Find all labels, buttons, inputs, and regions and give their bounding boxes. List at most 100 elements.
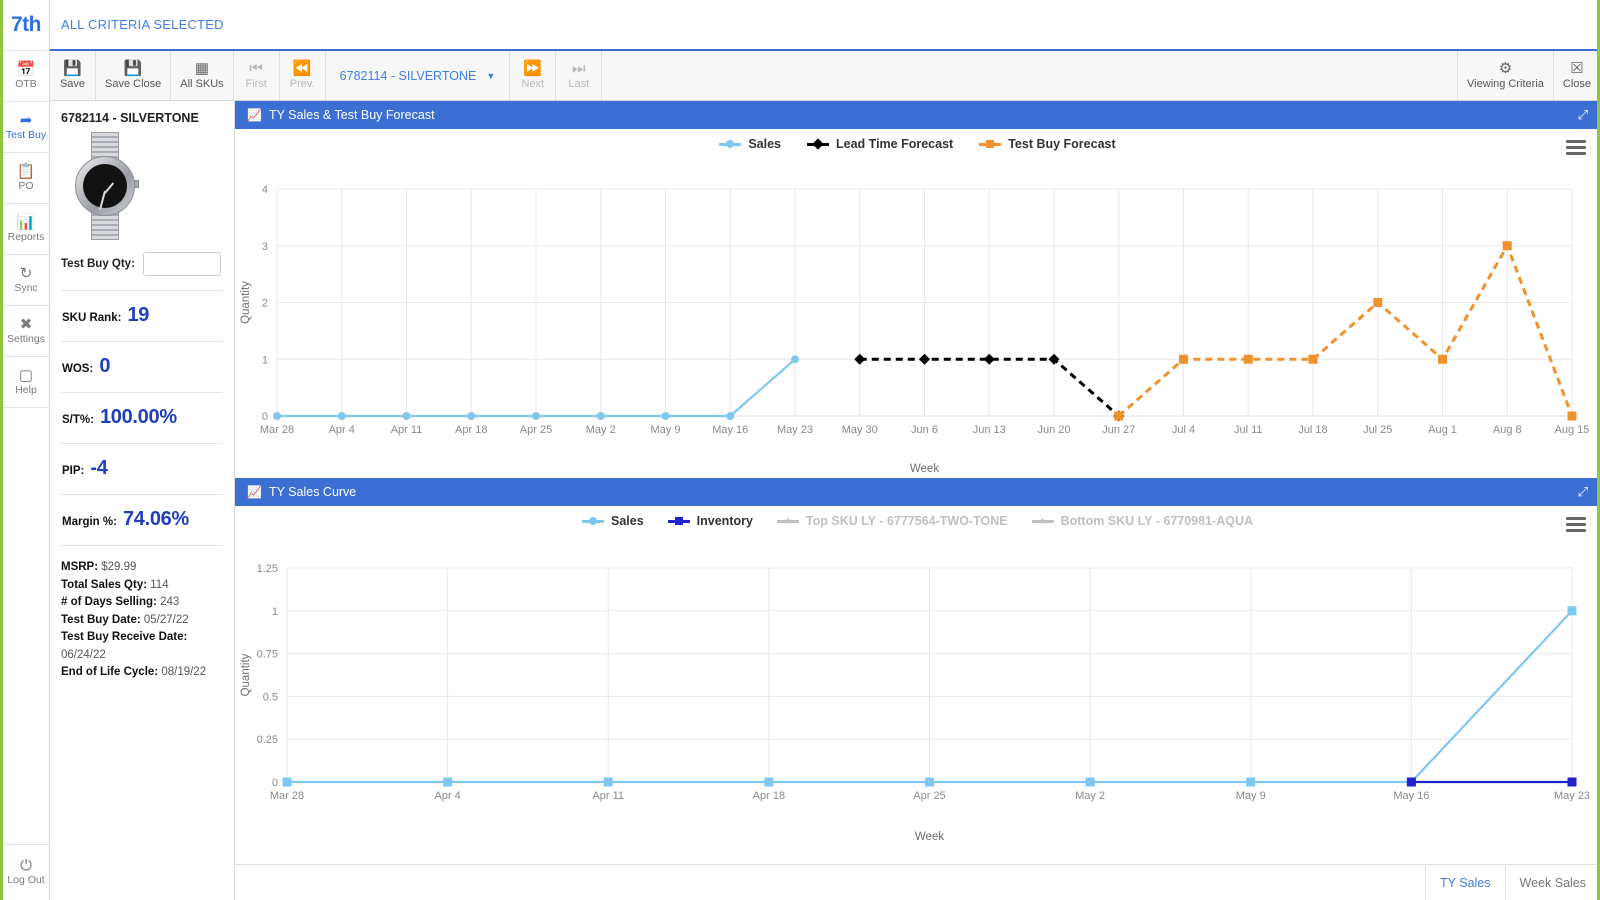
panel-curve: 📈 TY Sales Curve ⤢ Sales Inventory Top S… (235, 478, 1600, 864)
watch-minute-hand (99, 191, 106, 210)
legend-item-bottom-sku-ly[interactable]: Bottom SKU LY - 6770981-AQUA (1031, 514, 1254, 528)
meta-label: # of Days Selling: (61, 596, 157, 608)
first-label: First (245, 78, 267, 90)
sidebar-item-reports[interactable]: 📊 Reports (3, 204, 49, 255)
meta-value: 08/19/22 (161, 666, 207, 678)
legend-marker-top-sku-ly (776, 516, 799, 526)
stat-value: 0 (99, 355, 111, 377)
meta-value: 243 (160, 596, 180, 608)
skip-to-end-icon: ⏭ (571, 60, 586, 77)
prev-label: Prev. (289, 78, 315, 90)
calendar-dollar-icon: 📅 (16, 60, 36, 78)
panel-curve-body: Sales Inventory Top SKU LY - 6777564-TWO… (235, 506, 1600, 864)
panel-curve-title: TY Sales Curve (268, 485, 357, 499)
test-buy-qty-input[interactable] (142, 252, 221, 276)
legend-item-top-sku-ly[interactable]: Top SKU LY - 6777564-TWO-TONE (776, 514, 1008, 528)
sidebar-item-test-buy[interactable]: ➦ Test Buy (3, 102, 49, 153)
toolbar-spacer (602, 51, 1459, 100)
stat-value: 100.00% (99, 406, 177, 428)
power-icon: ⏻ (20, 857, 32, 874)
svg-text:Jun 20: Jun 20 (1037, 424, 1070, 436)
svg-text:Apr 18: Apr 18 (753, 790, 785, 802)
chart-forecast-svg: 0 1 2 3 4 Mar 28 Apr 4 Apr 11 Apr 18 Apr 25 May 2 M… (240, 184, 1590, 475)
clipboard-icon: 📋 (16, 162, 36, 180)
stat-pip: PIP: -4 (61, 444, 223, 480)
expand-icon[interactable]: ⤢ (1578, 484, 1588, 500)
content-area: 6782114 - SILVERTONE Test Buy Qty: SKU R… (50, 101, 1600, 900)
stat-margin: Margin %: 74.06% (61, 495, 223, 531)
stat-sku-rank: SKU Rank: 19 (61, 291, 223, 327)
svg-text:May 9: May 9 (651, 424, 681, 436)
last-button[interactable]: ⏭ Last (556, 51, 603, 100)
step-backward-icon: ⏪ (292, 60, 312, 77)
criteria-banner[interactable]: ALL CRITERIA SELECTED (50, 17, 224, 32)
charts-column: 📈 TY Sales & Test Buy Forecast ⤢ Sales L… (235, 101, 1600, 900)
tab-ty-sales[interactable]: TY Sales (1425, 865, 1505, 900)
line-chart-icon: 📈 (247, 108, 262, 122)
legend-item-test-buy-forecast[interactable]: Test Buy Forecast (979, 137, 1116, 151)
expand-icon[interactable]: ⤢ (1578, 107, 1588, 123)
legend-item-lead-time-forecast[interactable]: Lead Time Forecast (807, 137, 953, 151)
rail-logo-slot: 7th (3, 0, 49, 51)
chevron-down-icon: ▼ (486, 70, 496, 81)
meta-label: Test Buy Date: (61, 613, 141, 626)
svg-text:Jul 4: Jul 4 (1172, 424, 1195, 436)
svg-text:Week: Week (915, 831, 944, 843)
chart-curve-legend: Sales Inventory Top SKU LY - 6777564-TWO… (235, 514, 1600, 528)
legend-item-sales[interactable]: Sales (581, 514, 644, 528)
legend-marker-sales (719, 139, 742, 149)
stat-label: Margin %: (62, 516, 117, 528)
save-close-button[interactable]: 💾 Save Close (96, 51, 172, 100)
watch-hour-hand (104, 182, 115, 194)
watch-case (75, 156, 135, 216)
last-label: Last (568, 78, 590, 90)
panel-forecast-title: TY Sales & Test Buy Forecast (268, 108, 435, 122)
legend-marker-lead-time-forecast (807, 138, 830, 150)
skip-to-start-icon: ⏮ (249, 60, 263, 77)
next-button[interactable]: ⏩ Next (510, 51, 557, 100)
svg-text:Jun 27: Jun 27 (1102, 424, 1135, 436)
prev-button[interactable]: ⏪ Prev. (279, 51, 326, 100)
meta-row-total-sales-qty: Total Sales Qty: 114 (61, 577, 223, 595)
rail-spacer (3, 408, 49, 844)
sidebar-item-sync[interactable]: ↻ Sync (3, 255, 49, 306)
stat-label: SKU Rank: (62, 312, 122, 324)
svg-text:Apr 25: Apr 25 (913, 790, 945, 802)
legend-item-inventory[interactable]: Inventory (667, 514, 753, 528)
viewing-criteria-button[interactable]: ⚙ Viewing Criteria (1458, 51, 1554, 100)
sidebar-item-label: Test Buy (5, 128, 47, 141)
svg-text:Apr 4: Apr 4 (329, 424, 355, 436)
svg-text:Apr 4: Apr 4 (434, 790, 460, 802)
svg-text:May 9: May 9 (1236, 790, 1266, 802)
question-icon: ▢ (18, 366, 34, 384)
first-button[interactable]: ⏮ First (233, 51, 280, 100)
app-root: 7th 📅 OTB ➦ Test Buy 📋 PO 📊 Reports ↻ Sy… (0, 0, 1600, 900)
svg-text:Aug 15: Aug 15 (1555, 424, 1590, 436)
bar-chart-icon: 📊 (16, 213, 36, 231)
svg-text:2: 2 (262, 298, 268, 310)
svg-text:Jun 6: Jun 6 (911, 424, 938, 436)
all-skus-button[interactable]: ▦ All SKUs (171, 51, 234, 100)
sidebar-item-help[interactable]: ▢ Help (3, 357, 49, 408)
sidebar-item-po[interactable]: 📋 PO (3, 153, 49, 204)
tab-label: Week Sales (1519, 875, 1586, 890)
legend-label: Bottom SKU LY - 6770981-AQUA (1060, 514, 1254, 528)
save-button[interactable]: 💾 Save (50, 51, 96, 100)
save-close-label: Save Close (105, 78, 162, 90)
meta-label: End of Life Cycle: (61, 666, 159, 678)
arrow-curve-icon: ➦ (19, 111, 33, 129)
legend-item-sales[interactable]: Sales (719, 137, 781, 151)
left-nav-rail: 7th 📅 OTB ➦ Test Buy 📋 PO 📊 Reports ↻ Sy… (0, 0, 50, 900)
meta-value: 114 (150, 578, 169, 591)
sidebar-item-settings[interactable]: ✖ Settings (3, 306, 49, 357)
close-button[interactable]: ☒ Close (1553, 51, 1600, 100)
test-buy-qty-label: Test Buy Qty: (61, 258, 135, 270)
meta-list: MSRP: $29.99 Total Sales Qty: 114 # of D… (61, 546, 223, 682)
tab-week-sales[interactable]: Week Sales (1504, 865, 1600, 900)
sidebar-item-otb[interactable]: 📅 OTB (3, 51, 49, 102)
panel-forecast: 📈 TY Sales & Test Buy Forecast ⤢ Sales L… (235, 101, 1600, 478)
meta-value: 06/24/22 (61, 648, 106, 661)
logout-button[interactable]: ⏻ Log Out (3, 844, 49, 900)
sku-select[interactable]: 6782114 - SILVERTONE ▼ (325, 51, 511, 100)
svg-text:Jun 13: Jun 13 (973, 424, 1006, 436)
